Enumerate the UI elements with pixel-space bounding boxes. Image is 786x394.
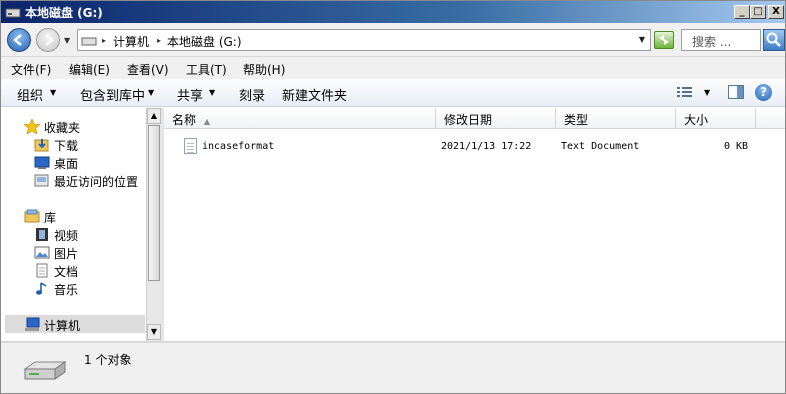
scroll-thumb[interactable]: [148, 125, 160, 281]
nav-label: 库: [44, 211, 57, 225]
video-icon: [36, 228, 48, 241]
search-input[interactable]: 搜索 ...: [681, 29, 761, 51]
back-arrow-icon: [13, 34, 22, 46]
organize-button[interactable]: 组织: [17, 85, 43, 104]
sort-ascending-icon: ▲: [203, 117, 210, 126]
pictures-icon: [34, 246, 50, 259]
hard-drive-icon: [23, 361, 67, 380]
drive-icon: [5, 8, 21, 18]
chevron-right-icon[interactable]: ▸: [102, 36, 106, 45]
forward-button[interactable]: [36, 28, 60, 52]
close-button[interactable]: X: [768, 5, 784, 19]
music-icon: [36, 282, 47, 295]
library-icon: [24, 209, 40, 223]
preview-pane-icon[interactable]: [728, 85, 744, 99]
file-type: Text Document: [561, 141, 640, 152]
desktop-icon: [34, 156, 50, 169]
breadcrumb-drive[interactable]: 本地磁盘 (G:): [167, 33, 242, 50]
share-button[interactable]: 共享: [177, 85, 203, 104]
file-modified: 2021/1/13 17:22: [441, 141, 532, 152]
column-headers: 名称 ▲ 修改日期 类型 大小: [164, 108, 785, 129]
scroll-up-arrow[interactable]: ▲: [147, 108, 161, 124]
file-row[interactable]: incaseformat 2021/1/13 17:22 Text Docume…: [164, 137, 785, 157]
column-label: 名称: [172, 113, 197, 127]
column-label: 类型: [564, 113, 589, 127]
chevron-down-icon: ▼: [50, 88, 57, 97]
recent-pages-dropdown[interactable]: ▼: [64, 36, 70, 45]
column-modified[interactable]: 修改日期: [436, 108, 556, 129]
window-title: 本地磁盘 (G:): [25, 6, 103, 20]
text-document-icon: [184, 138, 197, 154]
scroll-down-arrow[interactable]: ▼: [147, 324, 161, 340]
command-bar: 组织 ▼ 包含到库中 ▼ 共享 ▼ 刻录 新建文件夹 ▼ ?: [1, 79, 785, 107]
nav-label: 文档: [54, 265, 79, 279]
title-bar[interactable]: 本地磁盘 (G:) _ □ X: [1, 1, 785, 23]
nav-label: 图片: [54, 247, 79, 261]
nav-label: 计算机: [44, 319, 81, 333]
nav-label: 音乐: [54, 283, 79, 297]
nav-label: 最近访问的位置: [54, 175, 139, 189]
chevron-down-icon: ▼: [209, 88, 216, 97]
view-dropdown[interactable]: ▼: [704, 88, 710, 97]
menu-view[interactable]: 查看(V): [127, 61, 169, 78]
forward-arrow-icon: [45, 34, 54, 46]
menu-file[interactable]: 文件(F): [11, 61, 51, 78]
column-type[interactable]: 类型: [556, 108, 676, 129]
menu-bar: 文件(F) 编辑(E) 查看(V) 工具(T) 帮助(H): [1, 57, 785, 79]
refresh-button[interactable]: [654, 31, 674, 49]
column-label: 大小: [684, 113, 709, 127]
address-field[interactable]: ▸ 计算机 ▸ 本地磁盘 (G:) ▼: [77, 29, 651, 51]
burn-button[interactable]: 刻录: [239, 85, 265, 104]
address-bar-area: ▼ ▸ 计算机 ▸ 本地磁盘 (G:) ▼ 搜索 ...: [1, 23, 785, 57]
details-pane: 1 个对象: [1, 341, 785, 393]
help-icon[interactable]: ?: [755, 84, 772, 101]
explorer-window: 本地磁盘 (G:) _ □ X ▼ ▸ 计算机 ▸ 本地磁盘 (G:) ▼ 搜索…: [0, 0, 786, 394]
drive-icon: [81, 37, 97, 46]
search-button[interactable]: [763, 29, 785, 51]
search-icon: [766, 32, 781, 47]
nav-label: 视频: [54, 229, 79, 243]
file-name: incaseformat: [202, 141, 275, 152]
back-button[interactable]: [7, 28, 31, 52]
column-size[interactable]: 大小: [676, 108, 756, 129]
chevron-down-icon: ▼: [148, 88, 155, 97]
star-icon: [24, 119, 40, 134]
documents-icon: [36, 263, 48, 278]
minimize-button[interactable]: _: [734, 5, 750, 19]
column-label: 修改日期: [444, 113, 493, 127]
maximize-button[interactable]: □: [750, 5, 766, 19]
refresh-icon: [659, 35, 669, 45]
downloads-folder-icon: [34, 139, 49, 152]
nav-label: 桌面: [54, 157, 79, 171]
computer-icon: [25, 317, 40, 331]
chevron-right-icon[interactable]: ▸: [157, 36, 161, 45]
menu-help[interactable]: 帮助(H): [243, 61, 285, 78]
view-options-icon[interactable]: [677, 86, 693, 99]
menu-tools[interactable]: 工具(T): [186, 61, 227, 78]
item-count: 1 个对象: [84, 353, 132, 367]
column-name[interactable]: 名称 ▲: [164, 108, 436, 129]
breadcrumb-computer[interactable]: 计算机: [113, 33, 149, 50]
nav-label: 下载: [54, 139, 79, 153]
menu-edit[interactable]: 编辑(E): [69, 61, 110, 78]
nav-label: 收藏夹: [44, 121, 81, 135]
navigation-pane: 收藏夹 下载 桌面 最近访问的位置 库 视频 图片 文档 音乐 计算机: [1, 108, 161, 341]
file-size: 0 KB: [724, 141, 749, 152]
new-folder-button[interactable]: 新建文件夹: [282, 85, 347, 104]
recent-places-icon: [34, 174, 49, 187]
nav-scrollbar[interactable]: ▲ ▼: [146, 108, 161, 341]
include-in-library-button[interactable]: 包含到库中: [80, 85, 145, 104]
address-dropdown[interactable]: ▼: [639, 35, 645, 44]
